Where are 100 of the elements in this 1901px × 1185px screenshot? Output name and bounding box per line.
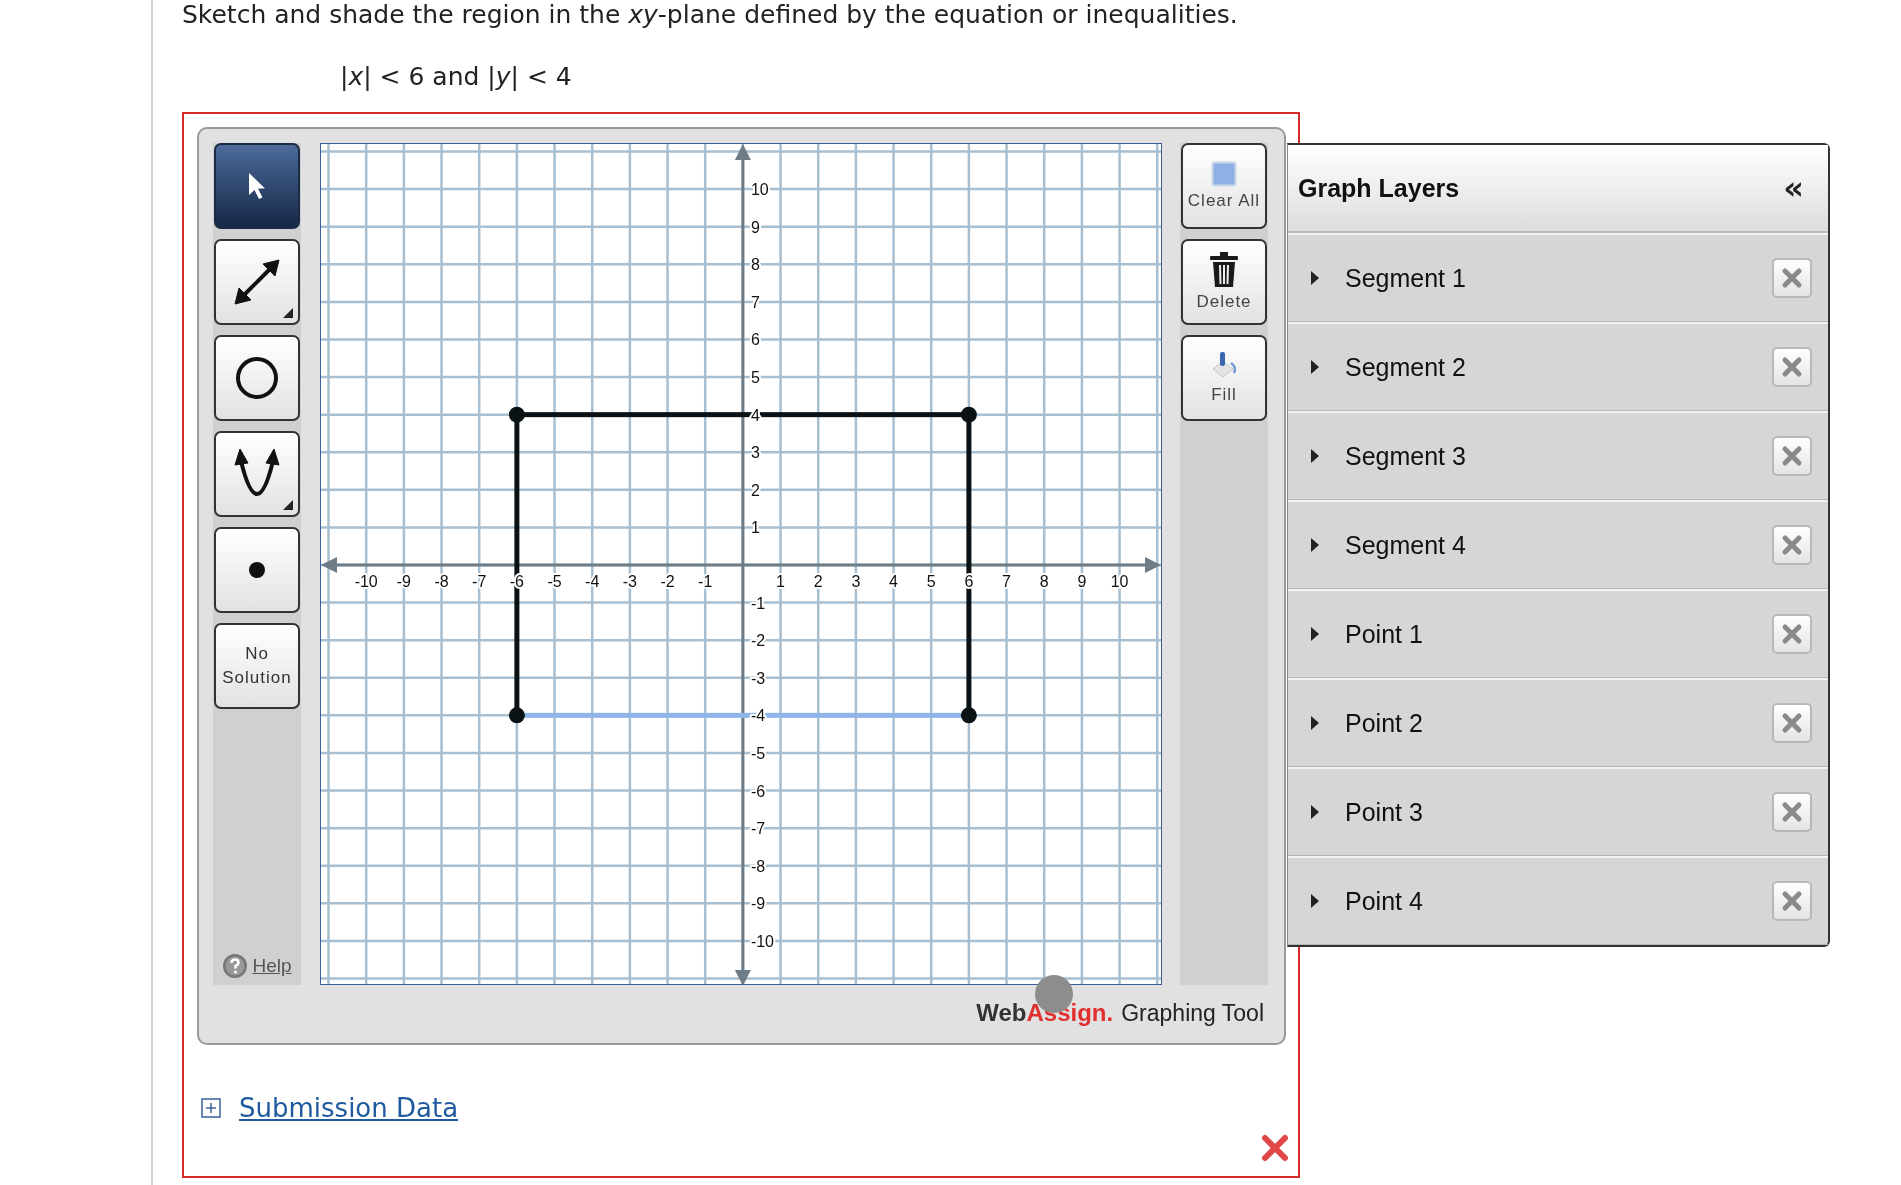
delete-layer-button[interactable] xyxy=(1772,881,1812,921)
y-tick-label: -1 xyxy=(750,594,766,612)
layer-item[interactable]: Segment 1 xyxy=(1288,233,1828,322)
close-icon xyxy=(1781,356,1803,378)
delete-layer-button[interactable] xyxy=(1772,436,1812,476)
layer-item[interactable]: Segment 2 xyxy=(1288,322,1828,411)
select-tool-button[interactable] xyxy=(214,143,300,229)
y-tick-label: -3 xyxy=(750,669,766,687)
y-tick-label: 9 xyxy=(750,218,760,236)
dot-icon xyxy=(248,561,266,579)
x-tick-label: -10 xyxy=(354,573,378,590)
y-tick-label: 7 xyxy=(750,293,760,311)
layer-label: Point 3 xyxy=(1345,797,1424,827)
x-tick-label: 2 xyxy=(813,573,823,590)
x-tick-label: -2 xyxy=(660,573,675,590)
close-icon xyxy=(1781,801,1803,823)
layer-label: Point 1 xyxy=(1345,619,1424,649)
x-tick-label: -7 xyxy=(472,573,487,590)
y-tick-label: 10 xyxy=(750,181,769,199)
collapse-button[interactable]: « xyxy=(1779,169,1808,207)
question-text: Sketch and shade the region in the xy-plane defined by the equation or inequalities. xyxy=(182,0,1239,30)
circle-tool-button[interactable] xyxy=(214,335,300,421)
layer-label: Segment 1 xyxy=(1345,263,1467,293)
layer-label: Point 2 xyxy=(1345,708,1424,738)
x-tick-label: -5 xyxy=(547,573,562,590)
caret-right-icon[interactable] xyxy=(1310,627,1320,641)
y-tick-label: -2 xyxy=(750,632,766,650)
delete-layer-button[interactable] xyxy=(1772,525,1812,565)
x-tick-label: -4 xyxy=(585,573,600,590)
y-tick-label: 6 xyxy=(750,331,760,349)
x-tick-label: 4 xyxy=(889,573,898,590)
x-tick-label: -9 xyxy=(396,573,411,590)
close-icon xyxy=(1781,445,1803,467)
layer-item[interactable]: Segment 4 xyxy=(1288,500,1828,589)
y-tick-label: 5 xyxy=(750,369,760,387)
graph-point[interactable] xyxy=(508,406,525,423)
delete-layer-button[interactable] xyxy=(1772,614,1812,654)
y-tick-label: -7 xyxy=(750,820,766,838)
graph-point[interactable] xyxy=(508,707,525,724)
help-link[interactable]: Help xyxy=(252,955,292,977)
x-tick-label: 9 xyxy=(1077,573,1087,590)
trash-icon xyxy=(1209,252,1239,288)
y-tick-label: -6 xyxy=(750,782,766,800)
y-tick-label: -8 xyxy=(750,857,766,875)
delete-layer-button[interactable] xyxy=(1772,347,1812,387)
inequality-text: |x| < 6 and |y| < 4 xyxy=(340,62,573,92)
y-tick-label: -10 xyxy=(750,932,774,950)
caret-right-icon[interactable] xyxy=(1310,538,1320,552)
submission-data-link[interactable]: Submission Data xyxy=(239,1093,459,1123)
x-tick-label: 10 xyxy=(1110,573,1129,590)
graph-point[interactable] xyxy=(960,707,977,724)
x-tick-label: -8 xyxy=(434,573,449,590)
layer-label: Segment 2 xyxy=(1345,352,1467,382)
y-tick-label: 1 xyxy=(750,519,760,537)
help-icon xyxy=(222,953,249,979)
x-tick-label: 7 xyxy=(1002,573,1011,590)
no-solution-button[interactable]: No Solution xyxy=(214,623,300,709)
delete-layer-button[interactable] xyxy=(1772,792,1812,832)
y-tick-label: -9 xyxy=(750,895,766,913)
clear-button[interactable]: Clear All xyxy=(1181,143,1267,229)
parabola-tool-button[interactable] xyxy=(214,431,300,517)
close-icon xyxy=(1781,712,1803,734)
x-tick-label: 1 xyxy=(776,573,785,590)
layer-label: Segment 3 xyxy=(1345,441,1467,471)
layer-item[interactable]: Segment 3 xyxy=(1288,411,1828,500)
delete-button[interactable]: Delete xyxy=(1181,239,1267,325)
line-tool-button[interactable] xyxy=(214,239,300,325)
close-icon xyxy=(1781,623,1803,645)
layer-label: Point 4 xyxy=(1345,886,1424,916)
product-name: Graphing Tool xyxy=(1121,1000,1264,1027)
panel-title: Graph Layers xyxy=(1298,173,1460,203)
fill-button[interactable]: Fill xyxy=(1181,335,1267,421)
circle-icon xyxy=(234,355,280,401)
layer-item[interactable]: Point 4 xyxy=(1288,856,1828,945)
graph-point[interactable] xyxy=(960,406,977,423)
x-tick-label: -3 xyxy=(622,573,637,590)
point-tool-button[interactable] xyxy=(214,527,300,613)
x-tick-label: 3 xyxy=(851,573,861,590)
y-tick-label: -5 xyxy=(750,744,766,762)
pointer-icon xyxy=(246,171,268,201)
close-icon xyxy=(1781,534,1803,556)
caret-right-icon[interactable] xyxy=(1310,805,1320,819)
x-tick-label: 8 xyxy=(1039,573,1049,590)
layer-item[interactable]: Point 2 xyxy=(1288,678,1828,767)
square-icon xyxy=(1211,161,1237,187)
caret-right-icon[interactable] xyxy=(1310,449,1320,463)
layer-item[interactable]: Point 1 xyxy=(1288,589,1828,678)
expand-icon[interactable] xyxy=(201,1098,221,1118)
delete-layer-button[interactable] xyxy=(1772,258,1812,298)
caret-right-icon[interactable] xyxy=(1310,716,1320,730)
caret-right-icon[interactable] xyxy=(1310,360,1320,374)
y-tick-label: 8 xyxy=(750,256,760,274)
layer-item[interactable]: Point 3 xyxy=(1288,767,1828,856)
delete-layer-button[interactable] xyxy=(1772,703,1812,743)
close-icon xyxy=(1781,267,1803,289)
caret-right-icon[interactable] xyxy=(1310,271,1320,285)
y-tick-label: 2 xyxy=(750,481,760,499)
layer-label: Segment 4 xyxy=(1345,530,1467,560)
caret-right-icon[interactable] xyxy=(1310,894,1320,908)
x-tick-label: 5 xyxy=(926,573,936,590)
